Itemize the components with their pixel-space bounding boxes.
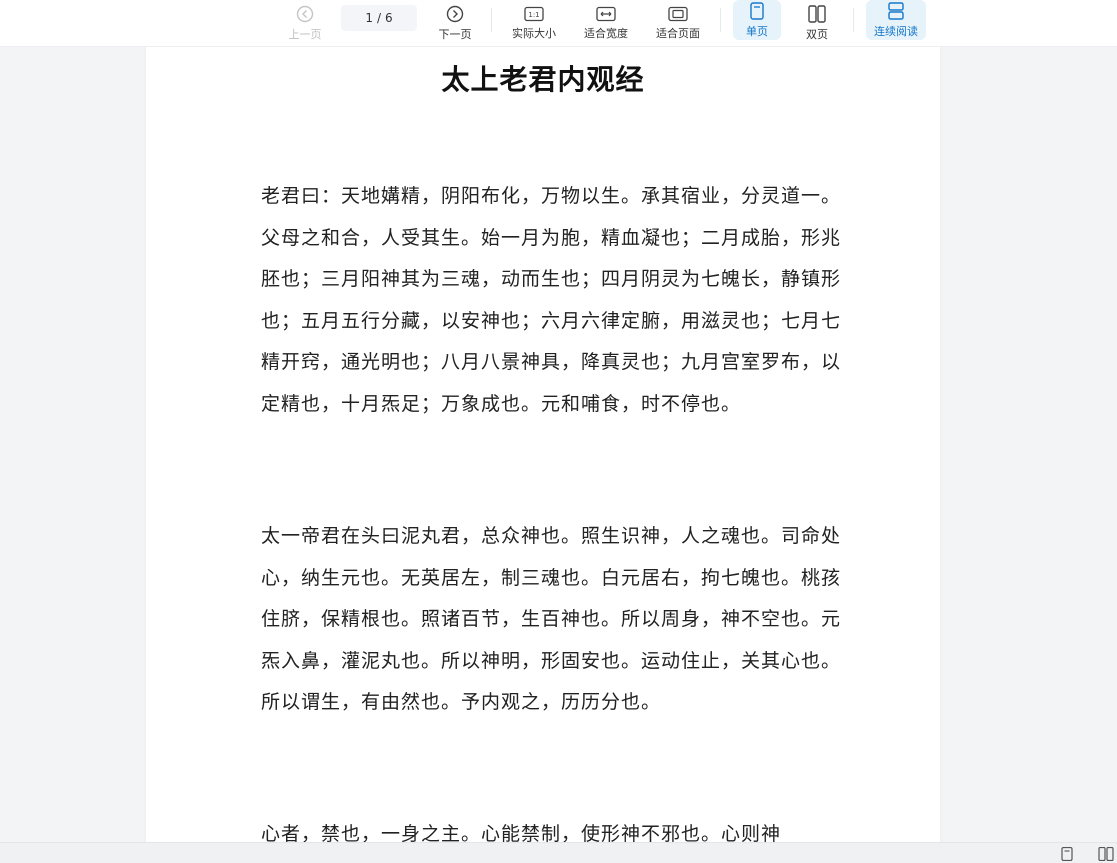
total-pages: 6: [385, 11, 393, 25]
document-title: 太上老君内观经: [441, 63, 645, 96]
actual-size-button[interactable]: 1:1 实际大小: [505, 0, 563, 46]
chevron-right-circle-icon: [446, 5, 464, 22]
prev-page-label: 上一页: [288, 27, 322, 41]
fit-page-label: 适合页面: [656, 26, 700, 40]
prev-page-button[interactable]: 上一页: [282, 0, 328, 46]
toolbar-divider: [720, 8, 721, 32]
page-separator: /: [376, 11, 382, 25]
next-page-label: 下一页: [438, 27, 472, 41]
fit-width-label: 适合宽度: [584, 26, 628, 40]
fit-page-button[interactable]: 适合页面: [649, 0, 707, 46]
single-page-icon: [750, 1, 764, 20]
toolbar-divider: [853, 8, 854, 32]
chevron-left-circle-icon: [296, 5, 314, 22]
double-page-icon: [808, 4, 826, 23]
status-bar: [0, 842, 1117, 863]
fit-width-icon: [596, 6, 616, 21]
paragraph-1: 老君曰：天地媾精，阴阳布化，万物以生。承其宿业，分灵道一。父母之和合，人受其生。…: [261, 185, 842, 415]
current-page: 1: [365, 11, 373, 25]
continuous-reading-icon: [888, 1, 904, 20]
toolbar-divider: [491, 8, 492, 32]
continuous-reading-label: 连续阅读: [874, 24, 918, 38]
single-page-button[interactable]: 单页: [733, 0, 781, 40]
document-page: 太上老君内观经 老君曰：天地媾精，阴阳布化，万物以生。承其宿业，分灵道一。父母之…: [146, 46, 940, 862]
double-page-button[interactable]: 双页: [794, 0, 840, 46]
svg-text:1:1: 1:1: [528, 11, 539, 19]
continuous-reading-button[interactable]: 连续阅读: [866, 0, 926, 40]
double-page-view-icon[interactable]: [1098, 847, 1114, 861]
paragraph-2: 太一帝君在头曰泥丸君，总众神也。照生识神，人之魂也。司命处心，纳生元也。无英居左…: [261, 525, 842, 713]
next-page-button[interactable]: 下一页: [432, 0, 478, 46]
double-page-label: 双页: [806, 27, 828, 41]
fit-width-button[interactable]: 适合宽度: [577, 0, 635, 46]
toolbar: 上一页 1 / 6 下一页 1:1 实际大小 适合宽度 适合页面 单页 双页 连…: [0, 0, 1117, 47]
page-number-input[interactable]: 1 / 6: [341, 5, 417, 31]
actual-size-icon: 1:1: [524, 6, 544, 21]
fit-page-icon: [668, 6, 688, 21]
single-page-view-icon[interactable]: [1060, 847, 1074, 861]
single-page-label: 单页: [746, 24, 768, 38]
actual-size-label: 实际大小: [512, 26, 556, 40]
